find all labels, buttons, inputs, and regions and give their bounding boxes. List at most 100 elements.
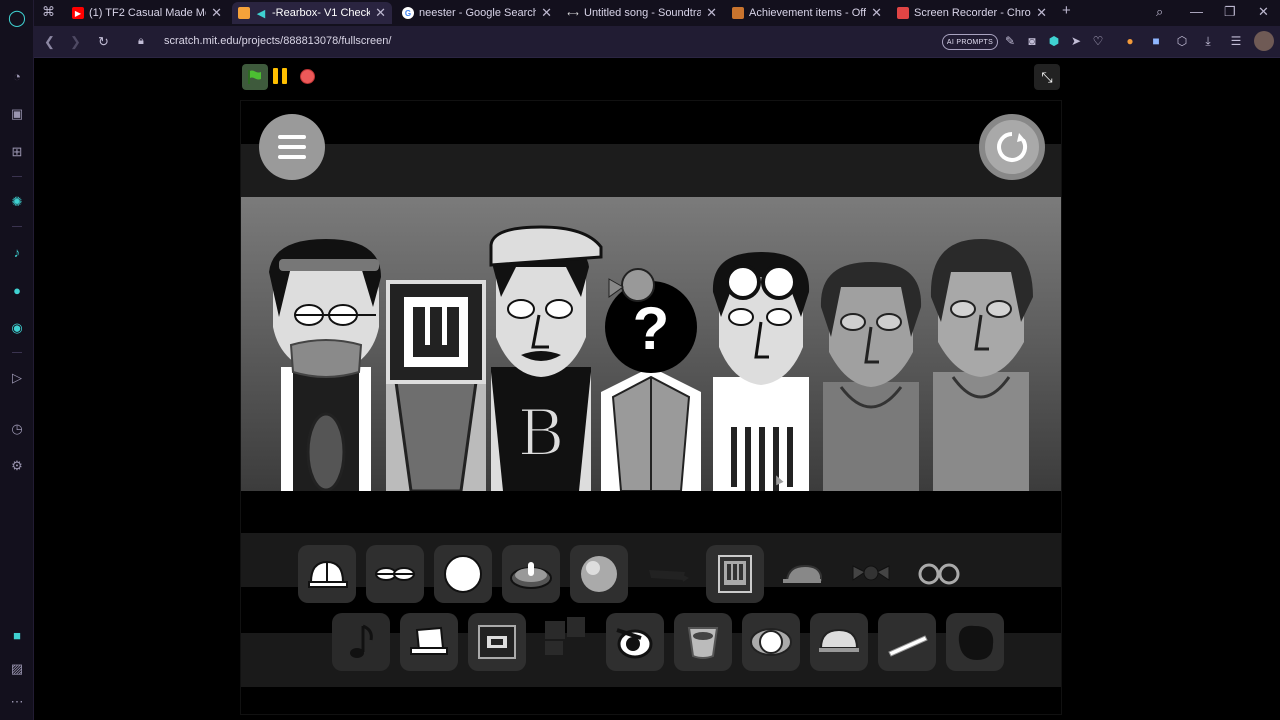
tiktok-icon[interactable]: ♪: [7, 242, 27, 262]
character-6[interactable]: [820, 262, 922, 491]
wiki-icon: [732, 7, 744, 19]
lock-icon[interactable]: 🔒︎: [138, 35, 144, 48]
flag-icon: [248, 70, 261, 84]
search-icon[interactable]: ⌕: [1156, 4, 1163, 20]
character-2[interactable]: [386, 280, 486, 491]
tab-1[interactable]: ◀ -Rearbox- V1 Checky o ✕: [232, 2, 392, 24]
discord-icon[interactable]: ◉: [7, 318, 27, 338]
avatar[interactable]: [1254, 31, 1274, 51]
tab-0[interactable]: ▶ (1) TF2 Casual Made Me IN ✕: [66, 2, 228, 24]
send-icon[interactable]: ➤: [1068, 34, 1084, 48]
more-icon[interactable]: ⋯: [7, 692, 27, 712]
character-7[interactable]: [930, 239, 1033, 491]
icon-stick[interactable]: [878, 613, 936, 671]
edit-icon[interactable]: ✎: [1002, 34, 1018, 48]
icon-bandana[interactable]: [638, 545, 696, 603]
player-icon[interactable]: ▷: [7, 368, 27, 388]
close-icon[interactable]: ✕: [211, 5, 222, 21]
restore-icon[interactable]: ❐: [1224, 4, 1236, 20]
reset-button[interactable]: [979, 114, 1045, 180]
extension-icon[interactable]: ■: [7, 625, 27, 645]
close-icon[interactable]: ✕: [1036, 5, 1047, 21]
gamepad-icon[interactable]: ⌘: [42, 4, 55, 20]
tab-title: (1) TF2 Casual Made Me IN: [89, 7, 206, 19]
cube-icon[interactable]: ⬡: [1174, 34, 1190, 48]
close-window-icon[interactable]: ✕: [1258, 4, 1269, 20]
tab-title: Screen Recorder - Chrome: [914, 7, 1031, 19]
tab-4[interactable]: Achievement items - Offici ✕: [726, 2, 888, 24]
icon-plate[interactable]: [502, 545, 560, 603]
green-flag-button[interactable]: [242, 64, 268, 90]
character-5[interactable]: [712, 252, 810, 491]
twitter-icon[interactable]: ●: [7, 280, 27, 300]
ai-prompts-button[interactable]: AI PROMPTS: [942, 34, 998, 50]
image-icon[interactable]: ▨: [7, 659, 27, 679]
close-icon[interactable]: ✕: [541, 5, 552, 21]
new-tab-icon[interactable]: +: [1062, 2, 1071, 19]
icon-cap[interactable]: [298, 545, 356, 603]
menu-button[interactable]: [259, 114, 325, 180]
menu-icon[interactable]: ☰: [1228, 34, 1244, 48]
address-bar: ❮ ❯ ↻ 🔒︎ scratch.mit.edu/projects/888813…: [34, 26, 1280, 58]
character-3[interactable]: B: [489, 225, 603, 491]
icon-puzzle[interactable]: [536, 606, 594, 664]
stage-strip: [241, 491, 1061, 531]
shield-icon[interactable]: ⬢: [1046, 34, 1062, 48]
close-icon[interactable]: ✕: [375, 5, 386, 21]
icon-bubble[interactable]: [570, 545, 628, 603]
tab-5[interactable]: Screen Recorder - Chrome ✕: [891, 2, 1053, 24]
icon-eye-patch[interactable]: [606, 613, 664, 671]
icon-dome[interactable]: [810, 613, 868, 671]
icon-top-hat[interactable]: [400, 613, 458, 671]
icon-box[interactable]: [468, 613, 526, 671]
icon-cloud[interactable]: [742, 613, 800, 671]
extension-blue-icon[interactable]: ■: [1148, 34, 1164, 48]
history-icon[interactable]: ◷: [7, 419, 27, 439]
tab-3[interactable]: ⟷ Untitled song - Soundtrap ✕: [561, 2, 723, 24]
character-1[interactable]: [269, 239, 381, 491]
exit-fullscreen-button[interactable]: ⤡: [1034, 64, 1060, 90]
icon-cap-grey[interactable]: [774, 545, 832, 603]
settings-icon[interactable]: ⚙: [7, 456, 27, 476]
tab-2[interactable]: G neester - Google Search ✕: [396, 2, 558, 24]
icon-mouth[interactable]: [674, 613, 732, 671]
pause-button[interactable]: [273, 68, 289, 84]
icon-bow[interactable]: [842, 545, 900, 603]
tab-title: Achievement items - Offici: [749, 7, 867, 19]
icon-glasses[interactable]: [910, 545, 968, 603]
stage[interactable]: B ?: [240, 100, 1062, 715]
url-field[interactable]: scratch.mit.edu/projects/888813078/fulls…: [164, 35, 391, 47]
character-4[interactable]: ?: [601, 268, 701, 491]
google-icon: G: [402, 7, 414, 19]
icon-w-box[interactable]: [706, 545, 764, 603]
reload-icon[interactable]: ↻: [98, 34, 109, 50]
speed-dial-icon[interactable]: ◔: [7, 66, 27, 86]
icon-note[interactable]: [332, 613, 390, 671]
forward-icon[interactable]: ❯: [70, 34, 81, 50]
camera-icon[interactable]: ◙: [1024, 34, 1040, 48]
chatgpt-icon[interactable]: ✺: [7, 192, 27, 212]
stop-button[interactable]: [300, 69, 315, 84]
character-scene: B ?: [241, 197, 1061, 491]
reset-icon: [997, 132, 1027, 162]
heart-icon[interactable]: ♡: [1090, 34, 1106, 48]
recorder-icon: [897, 7, 909, 19]
bag-icon[interactable]: ▣: [7, 104, 27, 124]
soundtrap-icon: ⟷: [567, 8, 579, 18]
icon-hair[interactable]: [946, 613, 1004, 671]
characters-svg: B ?: [269, 225, 1033, 491]
speaker-icon[interactable]: ◀: [255, 7, 267, 20]
back-icon[interactable]: ❮: [44, 34, 55, 50]
close-icon[interactable]: ✕: [871, 5, 882, 21]
download-icon[interactable]: ⤓: [1200, 34, 1216, 49]
icon-eyes[interactable]: [366, 545, 424, 603]
extension-orange-icon[interactable]: ●: [1122, 34, 1138, 48]
tab-bar: ⌘ ▶ (1) TF2 Casual Made Me IN ✕ ◀ -Rearb…: [34, 0, 1280, 26]
tab-title: -Rearbox- V1 Checky o: [272, 7, 371, 19]
opera-logo-icon[interactable]: ◯: [7, 8, 27, 28]
minimize-icon[interactable]: —: [1190, 4, 1203, 19]
close-icon[interactable]: ✕: [706, 5, 717, 21]
cpu-icon[interactable]: ⊞: [7, 142, 27, 162]
scratch-icon: [238, 7, 250, 19]
icon-ball[interactable]: [434, 545, 492, 603]
